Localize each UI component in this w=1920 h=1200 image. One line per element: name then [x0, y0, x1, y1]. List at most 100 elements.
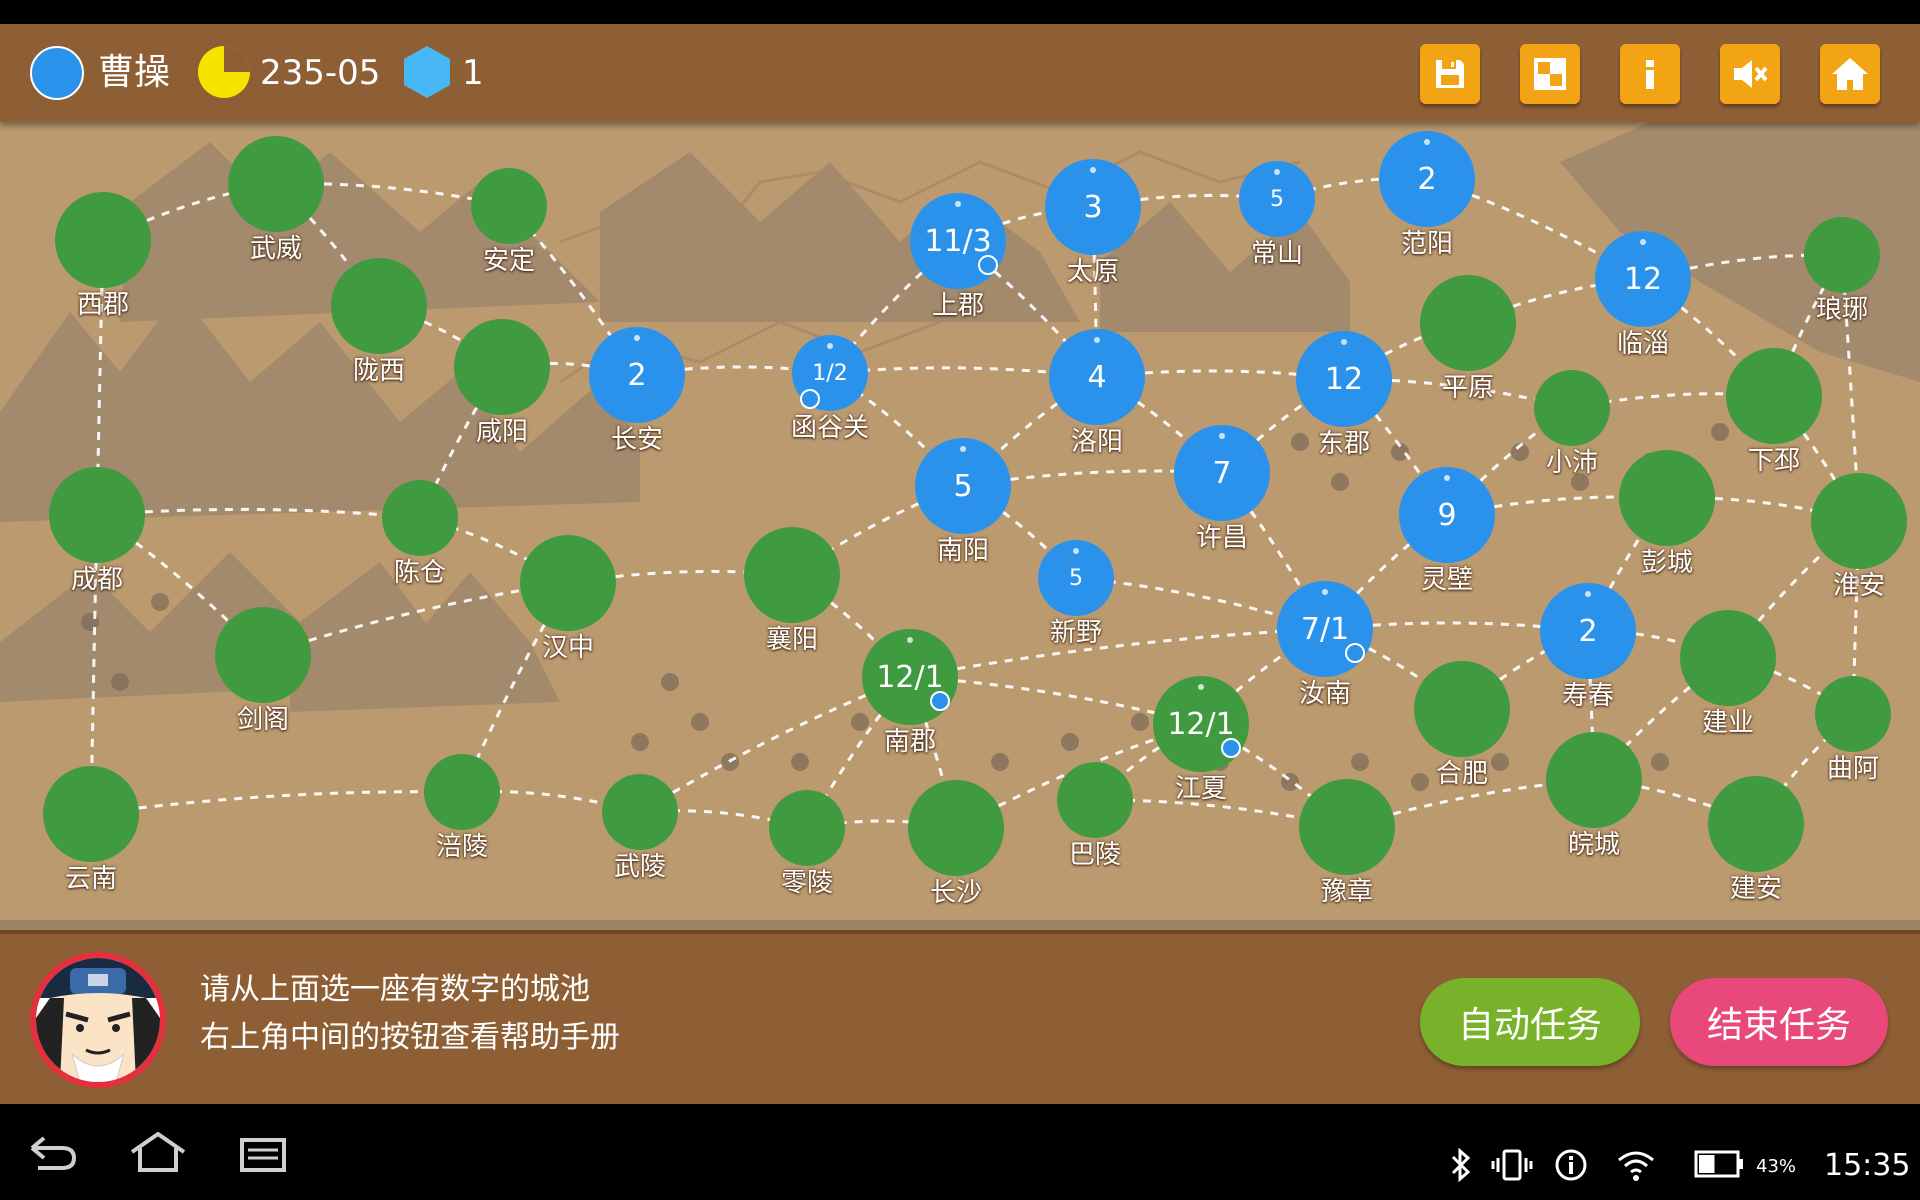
top-system-strip	[0, 0, 1920, 24]
city-marker-icon	[827, 343, 833, 349]
city-node[interactable]	[331, 258, 427, 354]
city-node[interactable]: 3	[1045, 159, 1141, 255]
city-marker-icon	[1094, 337, 1100, 343]
city-node[interactable]: 4	[1049, 329, 1145, 425]
city-label: 许昌	[1195, 523, 1248, 553]
battery-icon	[1694, 1150, 1743, 1178]
city-node[interactable]: 5	[915, 438, 1011, 534]
city-node[interactable]: 12	[1595, 231, 1691, 327]
city-label: 长安	[610, 425, 663, 455]
city-node[interactable]: 2	[589, 327, 685, 423]
overview-button[interactable]	[1520, 44, 1580, 104]
city-node[interactable]	[1299, 779, 1395, 875]
recent-apps-icon[interactable]	[238, 1132, 288, 1172]
city-troops: 12	[1623, 261, 1663, 297]
city-label: 彭城	[1640, 548, 1693, 578]
end-task-button[interactable]: 结束任务	[1670, 978, 1888, 1066]
city-node[interactable]: 12	[1296, 331, 1392, 427]
city-label: 上郡	[931, 291, 984, 321]
city-node[interactable]	[1057, 762, 1133, 838]
city-label: 寿春	[1561, 681, 1614, 711]
city-node[interactable]	[769, 790, 845, 866]
city-marker-icon	[1444, 475, 1450, 481]
player-color-icon	[30, 46, 84, 100]
city-marker-icon	[1198, 684, 1204, 690]
city-label: 东郡	[1317, 429, 1370, 459]
city-node[interactable]	[55, 192, 151, 288]
city-troops: 5	[953, 468, 973, 504]
city-node[interactable]	[908, 780, 1004, 876]
city-node[interactable]: 12/1	[862, 629, 958, 725]
city-node[interactable]: 2	[1540, 583, 1636, 679]
city-label: 武威	[249, 234, 302, 264]
battery-percent: 43%	[1756, 1156, 1797, 1177]
city-node[interactable]: 12/1	[1153, 676, 1249, 772]
gem-count: 1	[462, 53, 484, 93]
city-node[interactable]: 2	[1379, 131, 1475, 227]
city-node[interactable]	[49, 467, 145, 563]
city-label: 西郡	[76, 290, 129, 320]
city-label: 零陵	[780, 868, 833, 898]
city-troops: 12/1	[876, 659, 944, 695]
city-node[interactable]	[1708, 776, 1804, 872]
city-marker-icon	[1341, 339, 1347, 345]
city-node[interactable]	[228, 136, 324, 232]
army-badge-icon	[1345, 643, 1365, 663]
city-marker-icon	[1219, 433, 1225, 439]
city-marker-icon	[1585, 591, 1591, 597]
city-node[interactable]	[1811, 473, 1907, 569]
city-node[interactable]: 5	[1038, 540, 1114, 616]
city-node[interactable]	[215, 607, 311, 703]
city-node[interactable]: 11/3	[910, 193, 1006, 289]
turn-counter: 235-05	[260, 53, 381, 93]
info-icon	[1646, 60, 1654, 89]
city-node[interactable]: 7/1	[1277, 581, 1373, 677]
city-node[interactable]	[471, 168, 547, 244]
city-node[interactable]	[382, 480, 458, 556]
city-node[interactable]	[1546, 732, 1642, 828]
turn-clock-icon	[198, 46, 250, 98]
city-node[interactable]	[602, 774, 678, 850]
city-node[interactable]	[744, 527, 840, 623]
save-icon	[1436, 60, 1464, 88]
city-node[interactable]	[1815, 676, 1891, 752]
city-node[interactable]	[1534, 370, 1610, 446]
city-troops: 12	[1324, 361, 1364, 397]
city-node[interactable]	[43, 766, 139, 862]
city-label: 安定	[482, 246, 535, 276]
home-button[interactable]	[1820, 44, 1880, 104]
back-icon[interactable]	[28, 1132, 78, 1172]
city-node[interactable]	[520, 535, 616, 631]
city-label: 平原	[1441, 373, 1494, 403]
save-button[interactable]	[1420, 44, 1480, 104]
city-troops: 5	[1069, 565, 1083, 591]
city-label: 皖城	[1567, 830, 1620, 860]
mute-button[interactable]	[1720, 44, 1780, 104]
clock: 15:35	[1824, 1148, 1911, 1183]
city-label: 淮安	[1832, 571, 1885, 601]
city-node[interactable]: 7	[1174, 425, 1270, 521]
city-label: 长沙	[929, 878, 982, 908]
city-node[interactable]	[1414, 661, 1510, 757]
home-nav-icon[interactable]	[128, 1132, 188, 1172]
city-node[interactable]	[1420, 275, 1516, 371]
city-node[interactable]: 9	[1399, 467, 1495, 563]
city-node[interactable]	[1726, 348, 1822, 444]
city-node[interactable]	[454, 319, 550, 415]
army-badge-icon	[1221, 738, 1241, 758]
city-label: 常山	[1250, 239, 1303, 269]
city-marker-icon	[1640, 239, 1646, 245]
info-button[interactable]	[1620, 44, 1680, 104]
city-node[interactable]: 5	[1239, 161, 1315, 237]
city-node[interactable]	[424, 754, 500, 830]
city-node[interactable]	[1619, 450, 1715, 546]
city-troops: 7/1	[1300, 611, 1350, 647]
city-troops: 2	[1578, 613, 1598, 649]
grid-icon	[1534, 58, 1566, 90]
city-label: 建业	[1701, 708, 1754, 738]
city-label: 成都	[70, 565, 123, 595]
city-label: 函谷关	[790, 413, 869, 443]
city-node[interactable]	[1680, 610, 1776, 706]
city-node[interactable]	[1804, 217, 1880, 293]
auto-task-button[interactable]: 自动任务	[1420, 978, 1640, 1066]
